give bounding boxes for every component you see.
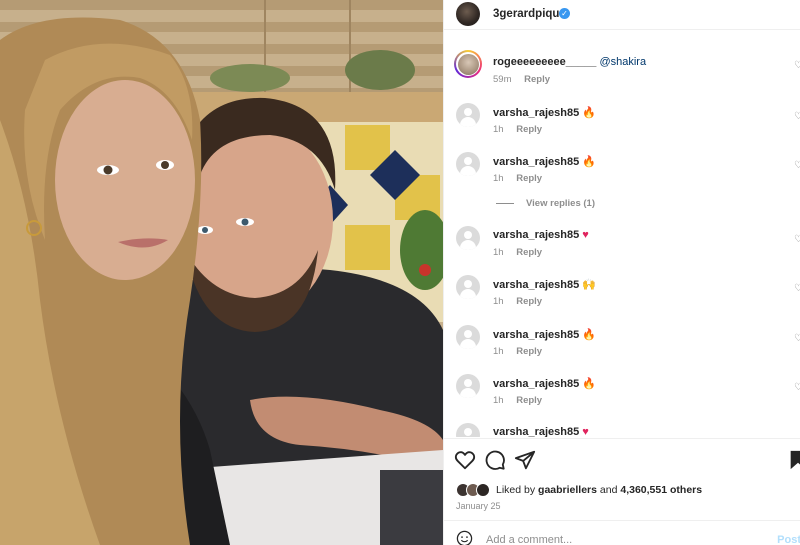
liker-username[interactable]: gaabriellers xyxy=(538,484,597,496)
comment-time: 1h xyxy=(493,346,504,357)
raising-hands-emoji-icon: 🙌 xyxy=(582,279,596,291)
commenter-avatar[interactable] xyxy=(456,103,480,127)
commenter-avatar[interactable] xyxy=(456,374,480,398)
commenter-username[interactable]: rogeeeeeeeee_____ xyxy=(493,56,596,68)
likes-prefix: Liked by xyxy=(496,484,536,496)
commenter-avatar[interactable] xyxy=(454,50,482,78)
commenter-username[interactable]: varsha_rajesh85 xyxy=(493,378,579,390)
commenter-avatar[interactable] xyxy=(456,423,480,437)
comments-list[interactable]: rogeeeeeeeee_____ @shakira 59m Reply ♡ v… xyxy=(444,40,800,437)
commenter-username[interactable]: varsha_rajesh85 xyxy=(493,426,579,437)
post-actions: Liked by gaabriellers and 4,360,551 othe… xyxy=(444,438,800,518)
like-heart-icon[interactable] xyxy=(454,449,476,471)
comment-time: 1h xyxy=(493,124,504,135)
comment-mention[interactable]: @shakira xyxy=(599,56,646,68)
fire-emoji-icon: 🔥 xyxy=(582,329,596,341)
commenter-username[interactable]: varsha_rajesh85 xyxy=(493,107,579,119)
commenter-avatar[interactable] xyxy=(456,275,480,299)
fire-emoji-icon: 🔥 xyxy=(582,107,596,119)
verified-badge-icon: ✓ xyxy=(559,8,570,19)
like-comment-heart-icon[interactable]: ♡ xyxy=(794,60,800,71)
heart-emoji-icon: ♥ xyxy=(582,229,589,241)
comment-bubble-icon[interactable] xyxy=(484,449,506,471)
divider xyxy=(496,202,514,204)
post-header: 3gerardpique ✓ xyxy=(444,0,800,30)
commenter-avatar[interactable] xyxy=(456,152,480,176)
share-send-icon[interactable] xyxy=(514,449,536,471)
post-comment-button[interactable]: Post xyxy=(777,534,800,545)
like-comment-heart-icon[interactable]: ♡ xyxy=(794,283,800,294)
comment-time: 1h xyxy=(493,395,504,406)
comment-time: 1h xyxy=(493,173,504,184)
likes-count[interactable]: 4,360,551 others xyxy=(620,484,702,496)
view-replies-label[interactable]: View replies (1) xyxy=(526,198,595,209)
commenter-avatar[interactable] xyxy=(456,226,480,250)
reply-button[interactable]: Reply xyxy=(516,124,542,135)
view-replies-button[interactable]: View replies (1) xyxy=(496,198,595,209)
reply-button[interactable]: Reply xyxy=(516,173,542,184)
reply-button[interactable]: Reply xyxy=(516,395,542,406)
like-comment-heart-icon[interactable]: ♡ xyxy=(794,234,800,245)
commenter-username[interactable]: varsha_rajesh85 xyxy=(493,329,579,341)
comment-time: 59m xyxy=(493,74,512,85)
like-comment-heart-icon[interactable]: ♡ xyxy=(794,382,800,393)
post-date: January 25 xyxy=(456,501,501,511)
heart-emoji-icon: ♥ xyxy=(582,426,589,437)
emoji-smile-icon[interactable] xyxy=(456,530,473,545)
commenter-username[interactable]: varsha_rajesh85 xyxy=(493,156,579,168)
add-comment-bar: Add a comment... Post xyxy=(444,520,800,545)
likes-and: and xyxy=(599,484,618,496)
post-photo xyxy=(0,0,443,545)
comment-time: 1h xyxy=(493,247,504,258)
like-comment-heart-icon[interactable]: ♡ xyxy=(794,160,800,171)
reply-button[interactable]: Reply xyxy=(516,346,542,357)
reply-button[interactable]: Reply xyxy=(524,74,550,85)
fire-emoji-icon: 🔥 xyxy=(582,156,596,168)
author-avatar[interactable] xyxy=(456,2,480,26)
commenter-username[interactable]: varsha_rajesh85 xyxy=(493,279,579,291)
author-username[interactable]: 3gerardpique xyxy=(493,8,566,20)
likes-summary[interactable]: Liked by gaabriellers and 4,360,551 othe… xyxy=(456,481,702,499)
liker-avatar xyxy=(476,483,490,497)
like-comment-heart-icon[interactable]: ♡ xyxy=(794,333,800,344)
commenter-avatar[interactable] xyxy=(456,325,480,349)
fire-emoji-icon: 🔥 xyxy=(582,378,596,390)
save-bookmark-icon[interactable] xyxy=(787,449,800,471)
post-side-panel: 3gerardpique ✓ rogeeeeeeeee_____ @shakir… xyxy=(443,0,800,545)
like-comment-heart-icon[interactable]: ♡ xyxy=(794,111,800,122)
add-comment-input[interactable]: Add a comment... xyxy=(486,534,572,545)
comment-time: 1h xyxy=(493,296,504,307)
reply-button[interactable]: Reply xyxy=(516,296,542,307)
reply-button[interactable]: Reply xyxy=(516,247,542,258)
commenter-username[interactable]: varsha_rajesh85 xyxy=(493,229,579,241)
